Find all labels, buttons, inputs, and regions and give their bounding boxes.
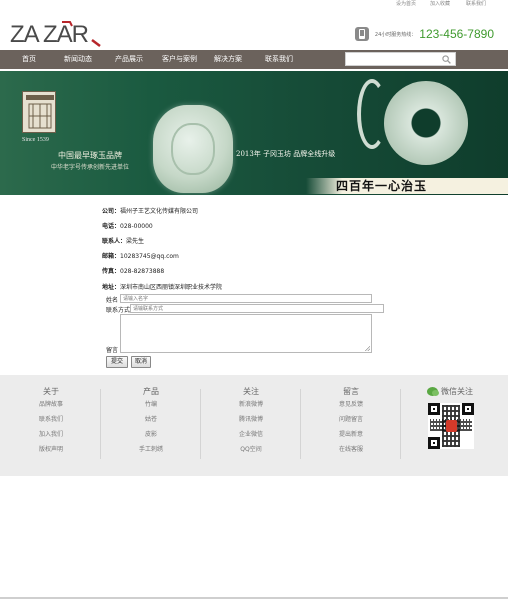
footer-link[interactable]: 意见反馈 bbox=[311, 397, 391, 412]
nav-item-news[interactable]: 新闻动态 bbox=[64, 50, 92, 69]
footer-divider bbox=[100, 389, 101, 459]
address-row: 地址：深圳市南山区西丽镇深圳职业技术学院 bbox=[102, 282, 222, 291]
email-value[interactable]: 10283745@qq.com bbox=[120, 253, 179, 260]
wechat-title: 微信关注 bbox=[441, 387, 473, 396]
hotline-label: 24小时服务热线： bbox=[374, 31, 417, 38]
banner-brand-line: 2013年 子冈玉坊 品牌全线升级 bbox=[236, 150, 336, 158]
fax-label: 传真： bbox=[102, 268, 121, 275]
footer-heading: 留言 bbox=[343, 387, 359, 396]
nav-item-solutions[interactable]: 解决方案 bbox=[214, 50, 242, 69]
footer-col-follow: 关注 新浪微博 腾讯微博 企业微信 QQ空间 bbox=[211, 386, 291, 457]
footer-link[interactable]: 新浪微博 bbox=[211, 397, 291, 412]
message-label: 留言 bbox=[106, 347, 119, 354]
company-value: 福州子王艺文化传媒有限公司 bbox=[120, 208, 199, 215]
footer-link[interactable]: 版权声明 bbox=[11, 442, 91, 457]
footer-link[interactable]: 腾讯微博 bbox=[211, 412, 291, 427]
footer-link[interactable]: 在线客服 bbox=[311, 442, 391, 457]
hero-banner: Since 1539 中国最早琢玉品牌 中华老字号传承创新先进单位 2013年 … bbox=[0, 71, 508, 195]
footer-divider bbox=[200, 389, 201, 459]
footer-col-products: 产品 竹编 姑苍 皮影 手工刺绣 bbox=[111, 386, 191, 457]
contact-method-input[interactable] bbox=[130, 304, 384, 313]
banner-since: Since 1539 bbox=[22, 137, 49, 143]
footer-link[interactable]: QQ空间 bbox=[211, 442, 291, 457]
search-input[interactable] bbox=[345, 52, 456, 66]
wechat-qr-code bbox=[428, 403, 474, 449]
search-icon[interactable] bbox=[442, 55, 451, 64]
footer-heading: 产品 bbox=[143, 387, 159, 396]
message-textarea[interactable] bbox=[120, 314, 372, 353]
phone-row: 电话：028-00000 bbox=[102, 221, 153, 230]
resize-grip-icon[interactable] bbox=[365, 346, 370, 351]
contact-person-label: 联系人： bbox=[102, 238, 127, 245]
email-row: 邮箱：10283745@qq.com bbox=[102, 251, 179, 260]
jade-ring-image bbox=[357, 79, 387, 149]
set-homepage-link[interactable]: 设为首页 bbox=[396, 0, 416, 7]
banner-tagline-sub: 中华老字号传承创新先进单位 bbox=[50, 164, 129, 171]
footer-link[interactable]: 姑苍 bbox=[111, 412, 191, 427]
address-value: 深圳市南山区西丽镇深圳职业技术学院 bbox=[120, 284, 223, 291]
address-label: 地址： bbox=[102, 284, 121, 291]
company-label: 公司： bbox=[102, 208, 121, 215]
footer-link[interactable]: 提出新意 bbox=[311, 427, 391, 442]
footer-link[interactable]: 竹编 bbox=[111, 397, 191, 412]
footer-col-message: 留言 意见反馈 问题留言 提出新意 在线客服 bbox=[311, 386, 391, 457]
nav-item-home[interactable]: 首页 bbox=[22, 50, 36, 69]
nav-item-contact[interactable]: 联系我们 bbox=[265, 50, 293, 69]
phone-value: 028-00000 bbox=[120, 223, 153, 230]
fax-value: 028-82873888 bbox=[120, 268, 165, 275]
footer-link[interactable]: 联系我们 bbox=[11, 412, 91, 427]
footer-link[interactable]: 品牌故事 bbox=[11, 397, 91, 412]
footer-heading: 关于 bbox=[43, 387, 59, 396]
wechat-icon bbox=[427, 387, 439, 396]
logo-text: ZA ZAR bbox=[10, 21, 89, 48]
jade-disc-image bbox=[384, 81, 468, 165]
company-row: 公司：福州子王艺文化传媒有限公司 bbox=[102, 206, 198, 215]
phone-icon bbox=[354, 27, 369, 41]
site-logo[interactable]: ZA ZAR bbox=[10, 18, 102, 48]
name-label: 姓名 bbox=[106, 297, 119, 304]
submit-button[interactable]: 提交 bbox=[106, 356, 128, 368]
hotline: 24小时服务热线： 123-456-7890 bbox=[354, 25, 494, 43]
footer-col-about: 关于 品牌故事 联系我们 加入我们 版权声明 bbox=[11, 386, 91, 457]
email-label: 邮箱： bbox=[102, 253, 121, 260]
jade-pendant-image bbox=[153, 105, 233, 193]
top-utility-bar: 设为首页 加入收藏 联系我们 bbox=[0, 0, 508, 7]
footer-link[interactable]: 手工刺绣 bbox=[111, 442, 191, 457]
hotline-number: 123-456-7890 bbox=[419, 27, 494, 41]
footer-link[interactable]: 皮影 bbox=[111, 427, 191, 442]
footer-heading: 关注 bbox=[243, 387, 259, 396]
footer-link[interactable]: 企业微信 bbox=[211, 427, 291, 442]
main-nav: 首页 新闻动态 产品展示 客户与案例 解决方案 联系我们 bbox=[0, 50, 508, 69]
add-favorite-link[interactable]: 加入收藏 bbox=[430, 0, 450, 7]
contact-person-row: 联系人：梁先生 bbox=[102, 236, 144, 245]
cancel-button[interactable]: 取消 bbox=[131, 356, 151, 368]
top-contact-link[interactable]: 联系我们 bbox=[466, 0, 486, 7]
banner-slogan: 四百年一心治玉 bbox=[336, 179, 428, 193]
brand-seal-image bbox=[22, 91, 56, 133]
name-input[interactable] bbox=[120, 294, 372, 303]
contact-person-value: 梁先生 bbox=[126, 238, 145, 245]
nav-item-products[interactable]: 产品展示 bbox=[115, 50, 143, 69]
footer-link[interactable]: 问题留言 bbox=[311, 412, 391, 427]
footer-link[interactable]: 加入我们 bbox=[11, 427, 91, 442]
phone-label: 电话： bbox=[102, 223, 121, 230]
nav-item-cases[interactable]: 客户与案例 bbox=[162, 50, 197, 69]
contact-method-label: 联系方式 bbox=[106, 307, 131, 314]
wechat-heading: 微信关注 bbox=[427, 386, 473, 397]
banner-tagline-main: 中国最早琢玉品牌 bbox=[58, 151, 122, 160]
qr-logo-icon bbox=[446, 420, 457, 432]
fax-row: 传真：028-82873888 bbox=[102, 266, 164, 275]
site-footer: 关于 品牌故事 联系我们 加入我们 版权声明 产品 竹编 姑苍 皮影 手工刺绣 … bbox=[0, 375, 508, 476]
footer-divider bbox=[400, 389, 401, 459]
footer-divider bbox=[300, 389, 301, 459]
